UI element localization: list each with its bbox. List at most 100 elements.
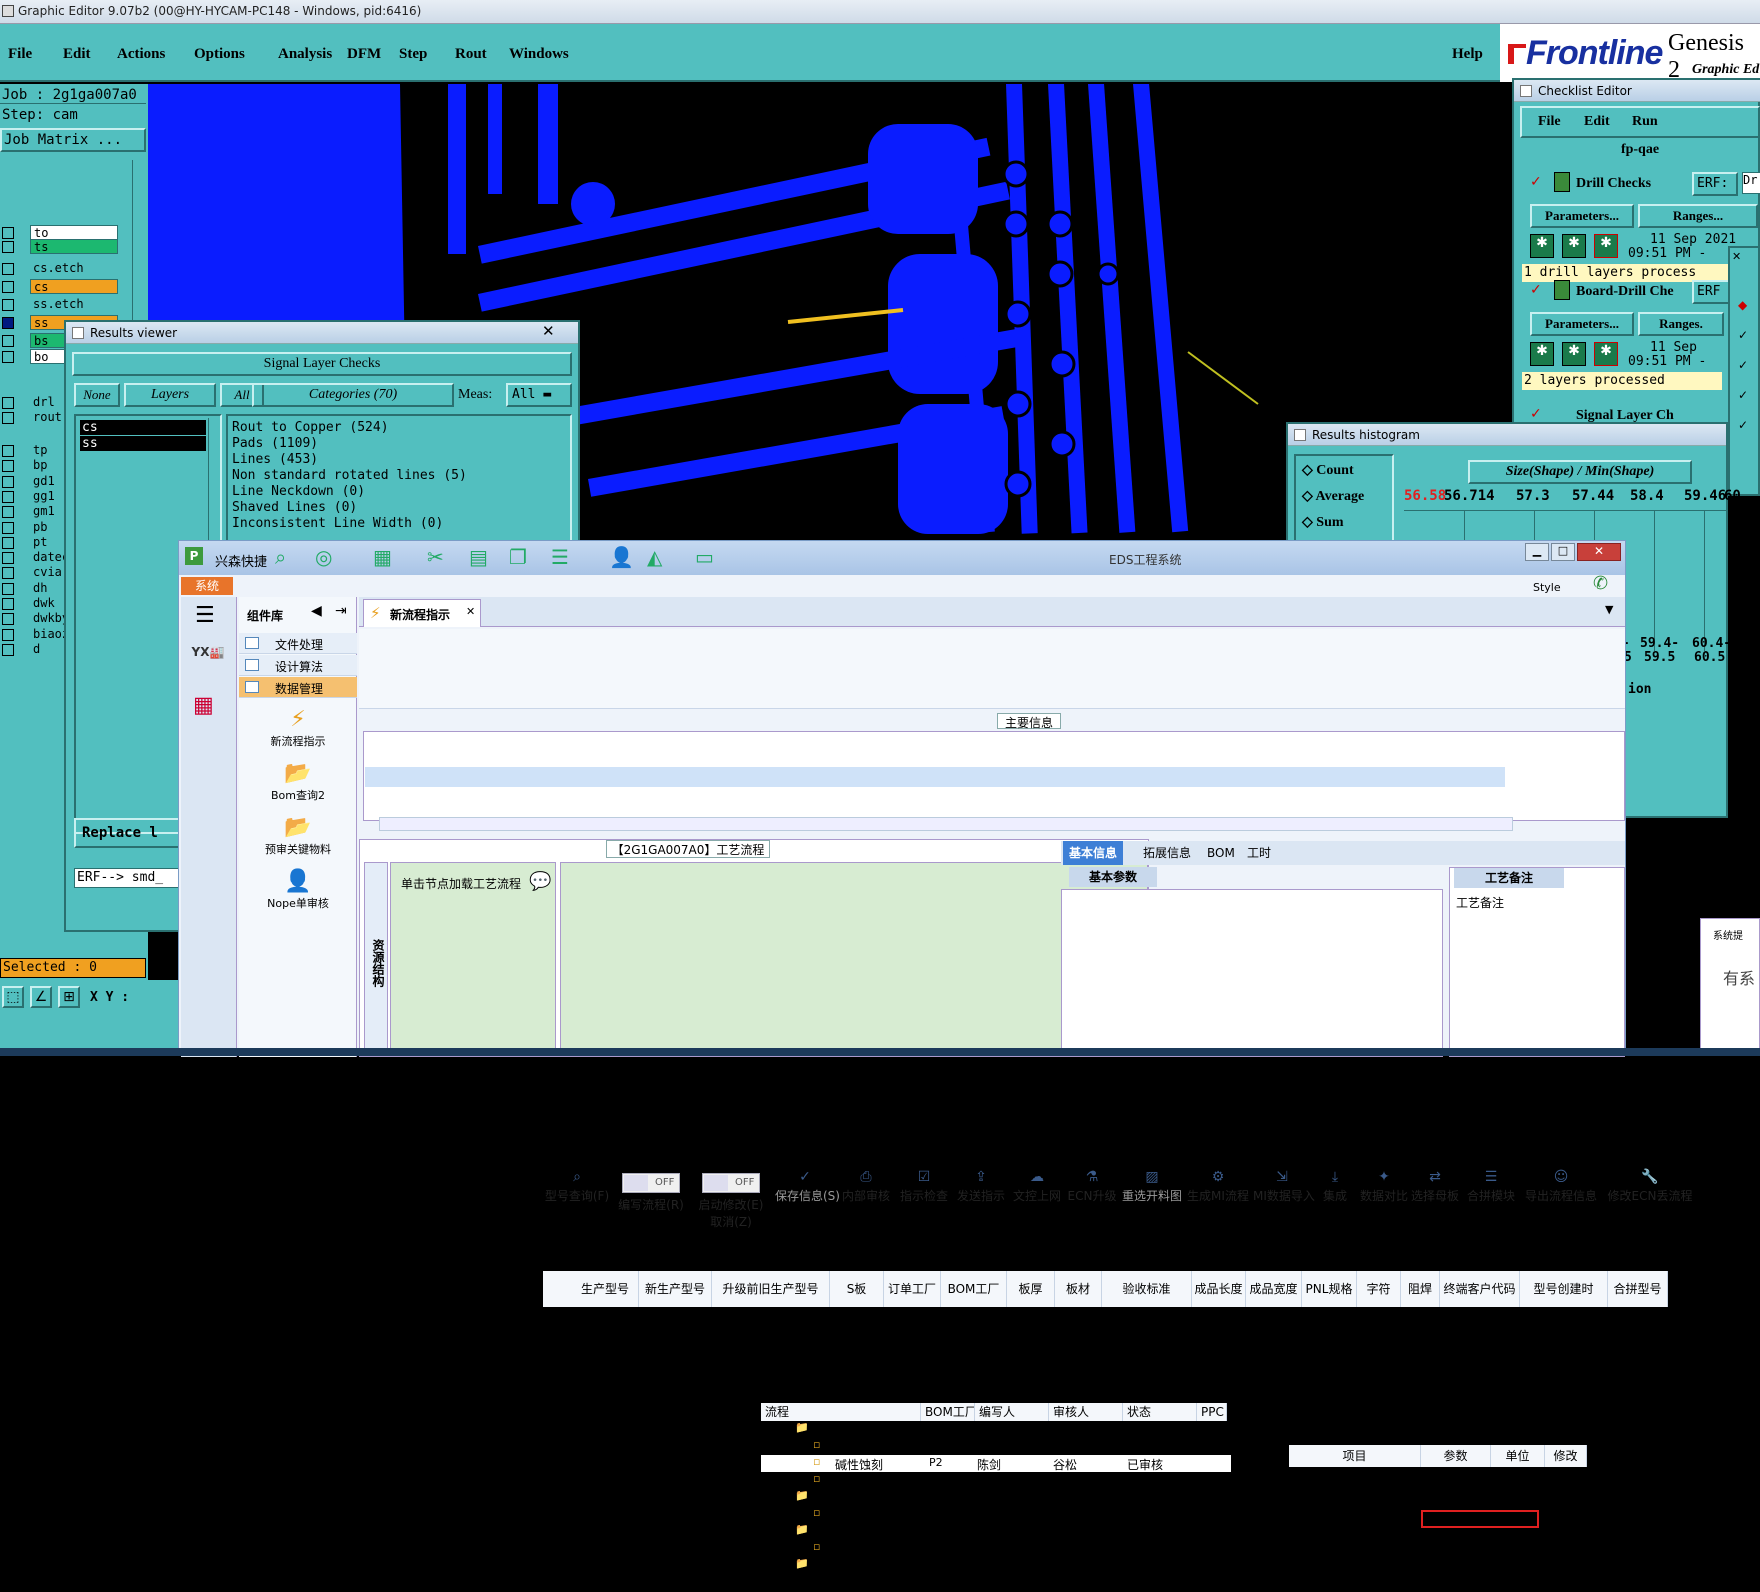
stop-icon[interactable]: ✱: [1594, 234, 1618, 258]
tree-header[interactable]: 审核人: [1049, 1403, 1123, 1421]
prop-header[interactable]: 参数: [1421, 1445, 1491, 1467]
layer-checkbox[interactable]: [2, 643, 14, 656]
library-item[interactable]: 数据管理: [239, 677, 357, 698]
grid-header[interactable]: 合拼型号: [1608, 1271, 1668, 1307]
grid-cell[interactable]: [830, 1309, 884, 1327]
layer-checkbox[interactable]: [2, 552, 14, 565]
maximize-icon[interactable]: □: [1551, 543, 1575, 561]
table-icon[interactable]: ▦: [373, 545, 392, 569]
grid-header[interactable]: 成品长度: [1192, 1271, 1246, 1307]
job-matrix-button[interactable]: Job Matrix ...: [0, 128, 146, 152]
grid-cell[interactable]: [1055, 1309, 1102, 1327]
none-button[interactable]: None: [74, 383, 120, 407]
erf-field[interactable]: ERF:: [1692, 172, 1738, 196]
parameters-button-1[interactable]: Parameters...: [1530, 204, 1634, 228]
toggle-switch[interactable]: OFF: [622, 1173, 680, 1193]
info-tab[interactable]: 基本信息: [1063, 841, 1124, 865]
layer-checkbox[interactable]: [2, 460, 14, 473]
grid-header[interactable]: PNL规格: [1302, 1271, 1357, 1307]
tree-row[interactable]: ▫ 外层AOI P2 陈剑 谷松 已审核: [761, 1506, 1231, 1523]
grid-cell[interactable]: [712, 1309, 830, 1327]
ranges-button-2[interactable]: Ranges.: [1638, 312, 1724, 336]
category-item[interactable]: Lines (453): [232, 452, 570, 468]
globe-icon[interactable]: ◎: [315, 545, 332, 569]
grid-cell[interactable]: IPC-6012 Ⅱ级: [1102, 1309, 1192, 1327]
tree-header[interactable]: 状态: [1123, 1403, 1197, 1421]
copy-icon[interactable]: ❐: [509, 545, 527, 569]
checklist-run-menu[interactable]: Run: [1632, 114, 1658, 130]
layer-checkbox[interactable]: [2, 351, 14, 363]
menu-file[interactable]: File: [8, 46, 32, 63]
ribbon-button-8[interactable]: ⚗ ECN升级: [1065, 1169, 1119, 1233]
grid-header[interactable]: 阻焊: [1401, 1271, 1440, 1307]
grid-cell[interactable]: [1302, 1309, 1357, 1327]
layer-checkbox[interactable]: [2, 317, 14, 329]
select-tool-icon[interactable]: ⬚: [2, 986, 24, 1008]
diamond-icon[interactable]: ◆: [1738, 298, 1747, 312]
result-layer-item[interactable]: ss: [80, 436, 206, 451]
style-label[interactable]: Style: [1533, 581, 1561, 594]
ribbon-button-0[interactable]: ⌕ 型号查询(F): [543, 1169, 611, 1233]
check-icon[interactable]: ✓: [1738, 418, 1748, 432]
grid-header[interactable]: 型号创建时: [1520, 1271, 1608, 1307]
layer-checkbox[interactable]: [2, 613, 14, 626]
prop-value[interactable]: /: [1427, 1554, 1431, 1567]
parameters-button-2[interactable]: Parameters...: [1530, 312, 1634, 336]
drill-checks-checkbox[interactable]: ✓: [1530, 174, 1542, 190]
big-item[interactable]: 📂 Bom查询2: [239, 761, 357, 811]
grid-cell[interactable]: 10010200155595: [639, 1309, 712, 1327]
grid-header[interactable]: 验收标准: [1102, 1271, 1192, 1307]
layer-checkbox[interactable]: [2, 582, 14, 595]
grid-cell[interactable]: [1007, 1309, 1055, 1327]
grid-cell[interactable]: P2: [884, 1309, 941, 1327]
minimize-icon[interactable]: ▁: [1525, 543, 1549, 561]
prop-value[interactable]: 5.10: [1427, 1491, 1452, 1504]
tree-header[interactable]: PPC: [1197, 1403, 1227, 1421]
layer-checkbox[interactable]: [2, 397, 14, 409]
layer-checkbox[interactable]: [2, 598, 14, 610]
layer-checkbox[interactable]: [2, 241, 14, 253]
ribbon-button-4[interactable]: ⎙ 内部审核: [839, 1169, 893, 1233]
tree-row[interactable]: 📁 电子测试1 P2 陈剑 已编写: [761, 1523, 1231, 1540]
layer-row-cs.etch[interactable]: cs.etch: [0, 260, 130, 278]
layer-checkbox[interactable]: [2, 490, 14, 503]
ribbon-button-2[interactable]: OFF 启动修改(E) 取消(Z): [693, 1169, 769, 1233]
layer-checkbox[interactable]: [2, 567, 14, 580]
calculator-icon[interactable]: ▦: [193, 693, 214, 718]
measure-tool-icon[interactable]: ∠: [30, 986, 52, 1008]
grid-header[interactable]: 生产型号: [572, 1271, 639, 1307]
prop-value[interactable]: +/-20%: [1427, 1533, 1468, 1546]
menu-rout[interactable]: Rout: [455, 46, 487, 63]
grid-header[interactable]: BOM工厂: [941, 1271, 1007, 1307]
grid-header[interactable]: 板厚: [1007, 1271, 1055, 1307]
ribbon-button-13[interactable]: ✦ 数据对比: [1359, 1169, 1409, 1233]
hamburger-icon[interactable]: ☰: [195, 603, 215, 628]
ribbon-button-17[interactable]: 🔧 修改ECN丢流程: [1605, 1169, 1695, 1233]
ribbon-button-16[interactable]: ☺ 导出流程信息: [1521, 1169, 1601, 1233]
layer-checkbox[interactable]: [2, 412, 14, 424]
big-item[interactable]: 📂 预审关键物料: [239, 815, 357, 865]
tree-row[interactable]: 📁 外层蚀刻 P2 陈剑 谷松 已审核: [761, 1421, 1231, 1438]
tree-row[interactable]: 📁 阻焊 P2 陈剑 谷松 已审核: [761, 1557, 1231, 1574]
tree-header[interactable]: BOM工厂: [921, 1403, 975, 1421]
close-icon[interactable]: ✕: [1732, 250, 1741, 263]
prop-header[interactable]: 修改: [1545, 1445, 1587, 1467]
grid-header[interactable]: 板材: [1055, 1271, 1102, 1307]
scissors-icon[interactable]: ✂: [427, 545, 444, 569]
drill-checks-label[interactable]: Drill Checks: [1576, 176, 1651, 192]
remark-tab[interactable]: 工艺备注: [1454, 868, 1564, 888]
prop-value[interactable]: +/-10%: [1427, 1470, 1468, 1483]
system-tab[interactable]: 系统: [181, 577, 233, 595]
layer-checkbox[interactable]: [2, 521, 14, 534]
stop-icon[interactable]: ✱: [1594, 342, 1618, 366]
ribbon-button-6[interactable]: ⇪ 发送指示: [953, 1169, 1009, 1233]
phone-icon[interactable]: ✆: [1593, 573, 1608, 594]
ribbon-button-7[interactable]: ☁ 文控上网: [1013, 1169, 1061, 1233]
grid-selected-row[interactable]: [365, 767, 1505, 787]
close-icon[interactable]: ✕: [1577, 543, 1621, 561]
ribbon-button-15[interactable]: ☰ 合拼模块: [1463, 1169, 1519, 1233]
chevron-down-icon[interactable]: ▼: [1605, 603, 1613, 616]
grid-cell[interactable]: G1GA: [1440, 1309, 1520, 1327]
check-icon[interactable]: ✓: [1738, 388, 1748, 402]
basic-params-tab[interactable]: 基本参数: [1069, 867, 1157, 887]
